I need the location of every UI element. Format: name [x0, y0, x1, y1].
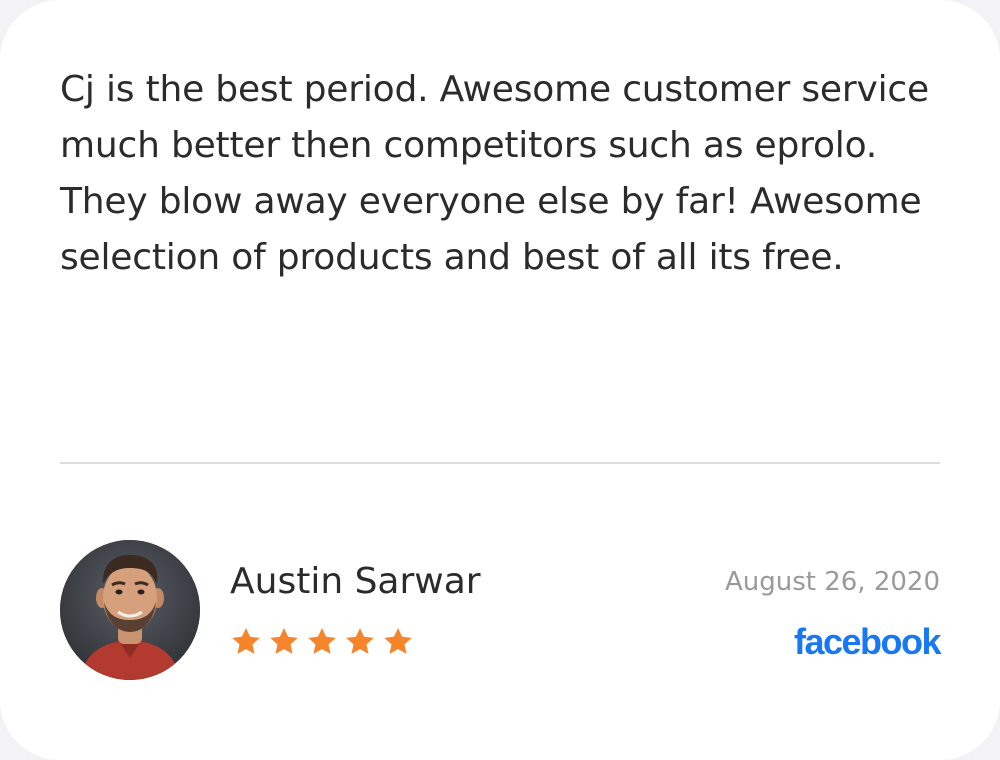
divider [60, 462, 940, 464]
star-icon [232, 628, 260, 654]
avatar-photo-icon [60, 540, 200, 680]
star-icon [308, 628, 336, 654]
review-card: Cj is the best period. Awesome customer … [0, 0, 1000, 760]
star-icon [346, 628, 374, 654]
review-text: Cj is the best period. Awesome customer … [60, 69, 929, 278]
star-icon [270, 628, 298, 654]
avatar [60, 540, 200, 680]
facebook-source-link[interactable]: facebook [794, 620, 942, 664]
star-icon [384, 628, 412, 654]
review-date: August 26, 2020 [724, 567, 940, 597]
reviewer-name: Austin Sarwar [230, 561, 481, 602]
star-rating [230, 626, 414, 658]
